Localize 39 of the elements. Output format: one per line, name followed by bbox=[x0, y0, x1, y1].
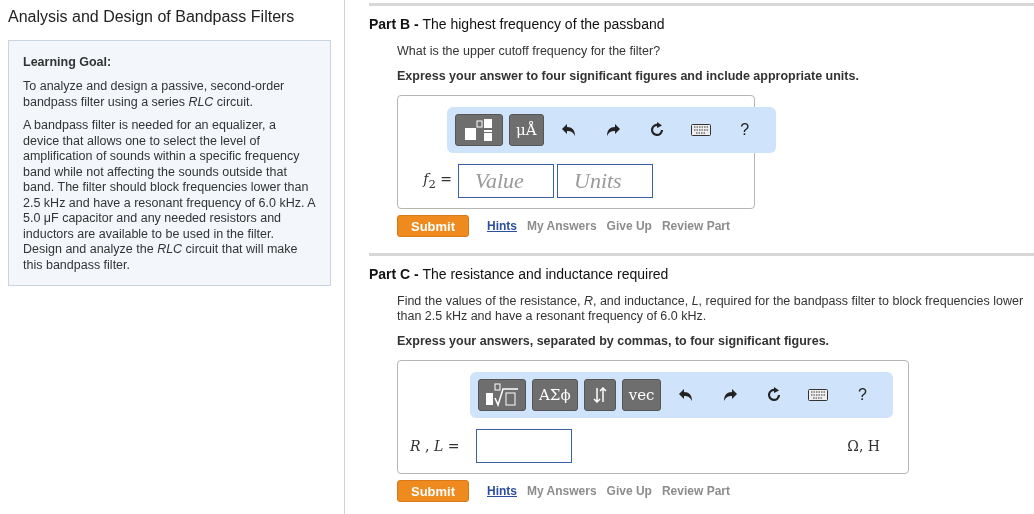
arrows-button[interactable] bbox=[583, 379, 616, 411]
answer-field[interactable] bbox=[476, 429, 572, 463]
action-link[interactable]: Hints bbox=[487, 484, 517, 498]
submit-button[interactable]: Submit bbox=[397, 480, 469, 502]
answer-field[interactable]: Value bbox=[458, 164, 554, 198]
undo-icon bbox=[679, 389, 694, 401]
submit-button[interactable]: Submit bbox=[397, 215, 469, 237]
help-button[interactable]: ? bbox=[843, 379, 882, 411]
action-link[interactable]: Hints bbox=[487, 219, 517, 233]
symbol-button[interactable]: μÅ bbox=[509, 114, 544, 146]
root-template-button[interactable] bbox=[478, 379, 526, 411]
help-button[interactable]: ? bbox=[725, 114, 764, 146]
answer-field[interactable]: Units bbox=[557, 164, 653, 198]
keyboard-icon bbox=[808, 389, 829, 401]
question-text: Find the values of the resistance, R, and inductance, L, required for the bandpass filter to block frequencies lower than 2.5 kHz and have a resonant frequency of 6.0 kHz. bbox=[397, 294, 1025, 324]
instruction-text: Express your answer to four significant figures and include appropriate units. bbox=[397, 69, 860, 83]
redo-icon bbox=[723, 389, 738, 401]
goal-heading: Learning Goal: bbox=[23, 55, 113, 69]
units-label: Ω, H bbox=[847, 438, 880, 454]
question-text: What is the upper cutoff frequency for the filter? bbox=[397, 44, 662, 59]
variable-label: f$_{2}$ = bbox=[421, 171, 452, 191]
reset-icon bbox=[648, 122, 665, 138]
variable-label: R , L = bbox=[410, 438, 461, 454]
template-icon bbox=[464, 118, 494, 142]
up-down-arrows-icon bbox=[592, 387, 607, 403]
template-button[interactable] bbox=[455, 114, 503, 146]
keyboard-icon bbox=[690, 124, 711, 136]
part-heading: Part B - The highest frequency of the passband bbox=[369, 16, 666, 32]
redo-icon bbox=[605, 124, 620, 136]
undo-icon bbox=[561, 124, 576, 136]
goal-paragraph: To analyze and design a passive, second-order bandpass filter using a series RLC circuit. bbox=[23, 79, 286, 110]
goal-paragraph: A bandpass filter is needed for an equalizer, a device that allows one to select the level of amplification of sounds within a specific frequency band while not affecting the sounds outside that band. The filter should block frequencies lower than 2.5 kHz and have a resonant frequency of 6.0 kHz. A 5.0 μF capacitor and any needed resistors and inductors are available to be used in the filter. Design and analyze the RLC circuit that will make this bandpass filter. bbox=[23, 118, 315, 273]
instruction-text: Express your answers, separated by commas, to four significant figures. bbox=[397, 334, 831, 348]
part-heading: Part C - The resistance and inductance required bbox=[369, 266, 670, 282]
symbol-button[interactable]: ΑΣϕ bbox=[532, 379, 578, 411]
reset-icon bbox=[766, 387, 783, 403]
page-title: Analysis and Design of Bandpass Filters bbox=[8, 8, 296, 26]
symbol-button[interactable]: vec bbox=[621, 379, 662, 411]
root-icon bbox=[485, 383, 519, 407]
